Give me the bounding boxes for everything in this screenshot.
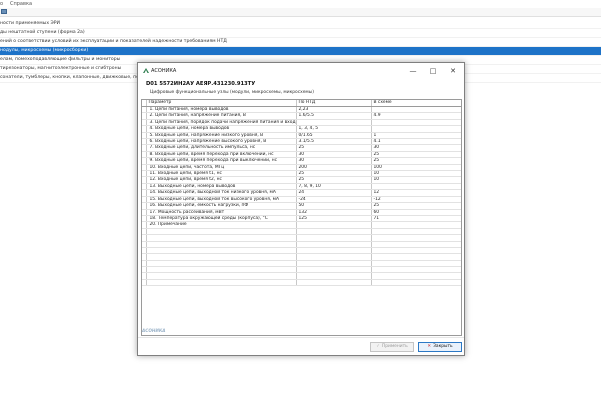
minimize-icon[interactable]: — — [404, 66, 422, 76]
empty-cell — [296, 279, 372, 287]
window-title: АСОНИКА — [151, 68, 177, 74]
parameter-cell: 15. Выходные цепи, выходной ток высокого… — [146, 196, 297, 204]
parameters-table: Параметр По НТД В схеме 1. Цепи питания,… — [142, 100, 461, 287]
parameter-cell: 3. Цепи питания, порядок подачи напряжен… — [146, 119, 297, 127]
background-list-item[interactable]: ности применяемых ЭРИ — [0, 20, 601, 29]
close-icon[interactable]: ✕ — [444, 66, 462, 76]
cross-icon: ✕ — [427, 344, 432, 349]
checkmark-icon: ✓ — [376, 344, 380, 349]
background-list-item[interactable]: ений о соответствии условий их эксплуата… — [0, 38, 601, 47]
brand-logo-text: АСОНИКА — [142, 328, 166, 333]
parameter-cell: 9. Входные цепи, время перехода при выкл… — [146, 157, 297, 165]
background-list-item[interactable]: нодулы, микросхемы (микросборки) — [0, 47, 601, 56]
asonika-logo-icon — [143, 68, 149, 73]
parameters-table-container[interactable]: Параметр По НТД В схеме 1. Цепи питания,… — [141, 99, 462, 336]
background-list-item[interactable]: ды нештатной ступени (форма 2а) — [0, 29, 601, 38]
toolbar-icon[interactable] — [1, 9, 7, 14]
maximize-icon[interactable]: □ — [424, 66, 442, 76]
menu-item-help[interactable]: Справка — [10, 1, 32, 7]
device-subtitle: Цифровые функциональные узлы (модули, ми… — [150, 90, 314, 95]
apply-button-label: Применить — [381, 344, 408, 349]
dialog-titlebar[interactable]: АСОНИКА — □ ✕ — [138, 63, 464, 78]
parameter-cell: 14. Выходные цепи, выходной ток низкого … — [146, 189, 297, 197]
apply-button[interactable]: ✓ Применить — [370, 342, 414, 352]
empty-table-row — [142, 279, 461, 287]
menu-item-partial[interactable]: о — [0, 1, 3, 7]
close-button[interactable]: ✕ Закрыть — [418, 342, 462, 352]
footer-divider — [138, 337, 464, 338]
close-button-label: Закрыть — [433, 344, 453, 349]
parameter-cell: 8. Входные цепи, время перехода при вклю… — [146, 151, 297, 159]
parameters-dialog: АСОНИКА — □ ✕ D01 5572ИН2АУ АЕЯР.431230.… — [137, 62, 465, 356]
device-title: D01 5572ИН2АУ АЕЯР.431230.913ТУ — [146, 81, 256, 87]
dialog-header: D01 5572ИН2АУ АЕЯР.431230.913ТУ Цифровые… — [138, 78, 464, 98]
background-toolbar — [0, 8, 601, 17]
empty-cell — [146, 279, 297, 287]
empty-cell — [371, 279, 461, 287]
